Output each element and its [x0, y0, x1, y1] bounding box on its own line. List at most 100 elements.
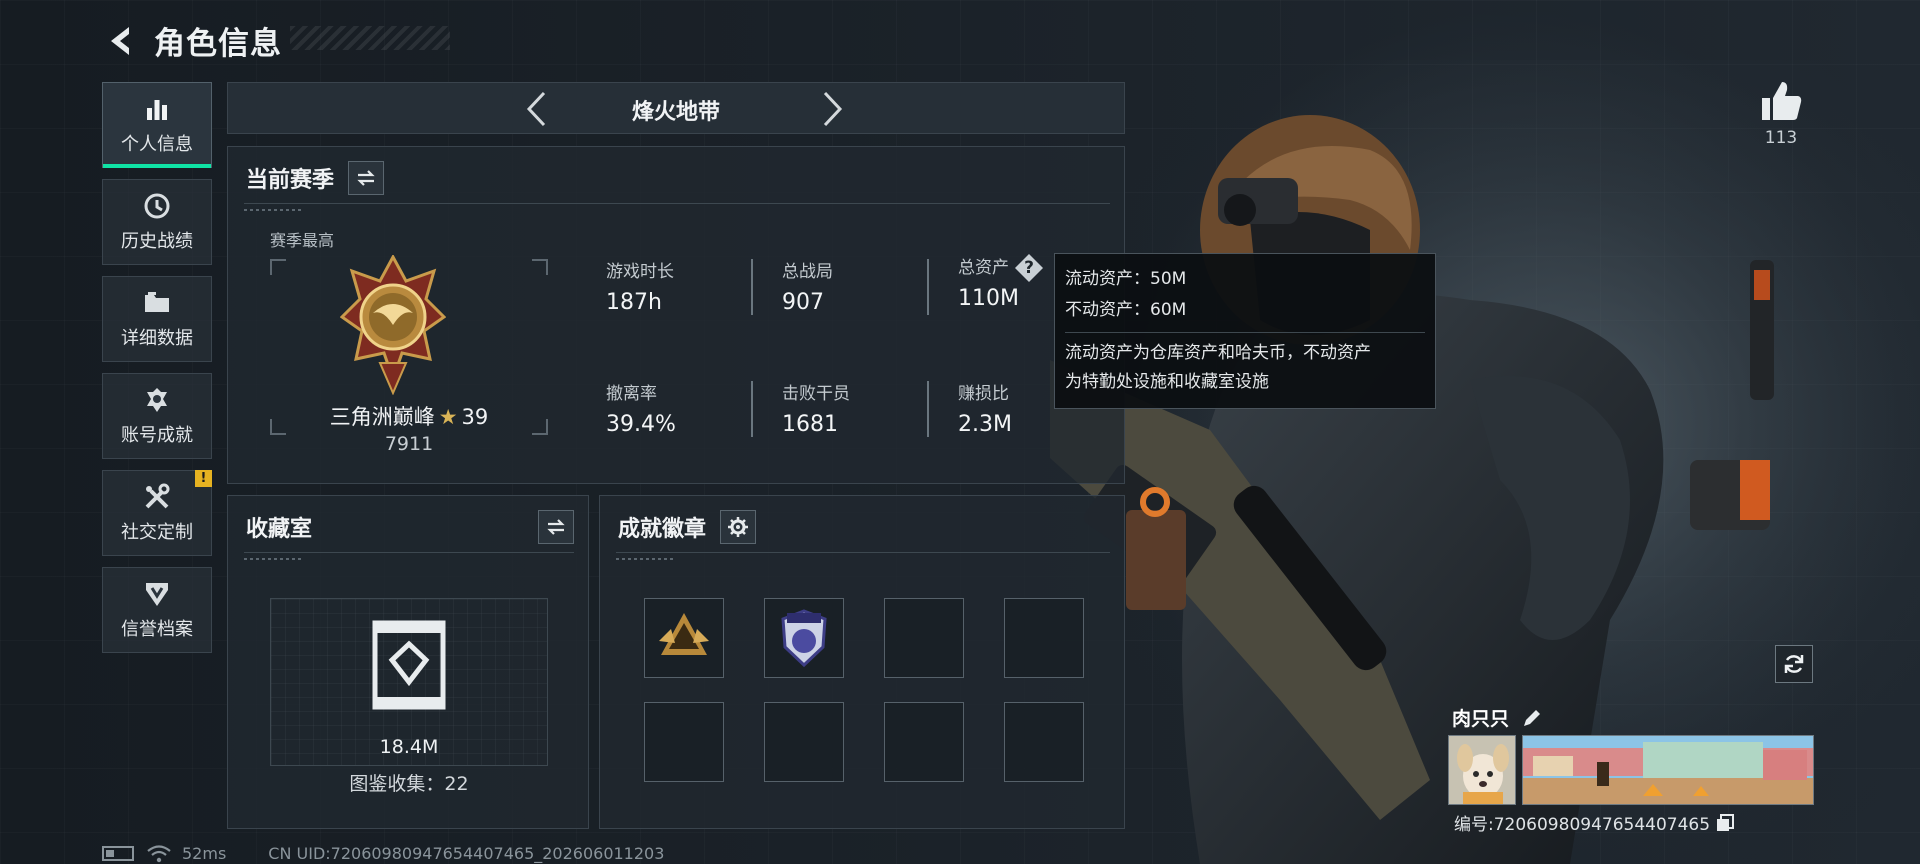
- folder-icon: [142, 288, 172, 318]
- shield-icon: [142, 579, 172, 609]
- client-uid: CN UID:72060980947654407465_202606011203: [268, 844, 665, 863]
- sidebar-item-label: 个人信息: [121, 134, 193, 155]
- badge-slot-empty[interactable]: [884, 598, 964, 678]
- stat-divider: [751, 381, 753, 437]
- refresh-icon: [1784, 655, 1804, 673]
- stat-value: 2.3M: [958, 412, 1012, 437]
- stat-extraction-rate: 撤离率 39.4%: [606, 379, 756, 437]
- rank-emblem-icon: [340, 255, 446, 395]
- stat-label: 游戏时长: [606, 262, 674, 282]
- stat-operators-defeated: 击败干员 1681: [782, 379, 932, 437]
- sidebar-item-match-history[interactable]: 历史战绩: [102, 179, 212, 265]
- sidebar-item-social-custom[interactable]: ! 社交定制: [102, 470, 212, 556]
- swap-icon: [357, 170, 375, 186]
- badge-slot-empty[interactable]: [1004, 598, 1084, 678]
- status-bar: 52ms CN UID:72060980947654407465_2026060…: [102, 844, 664, 863]
- gold-triangle-badge-icon: [659, 613, 709, 655]
- achievement-icon: [142, 385, 172, 415]
- collection-panel: 收藏室 18.4M 图鉴收集：22: [227, 495, 589, 829]
- mode-title: 烽火地带: [631, 100, 720, 125]
- player-name-row: 肉只只: [1452, 704, 1543, 731]
- display-case-icon: [372, 620, 446, 710]
- player-id-row: 编号:72060980947654407465: [1454, 810, 1735, 835]
- collection-title: 收藏室: [246, 517, 313, 542]
- divider: [244, 203, 1110, 204]
- badges-settings-button[interactable]: [720, 510, 757, 544]
- mode-next-button[interactable]: [813, 89, 853, 129]
- season-panel: 当前赛季 赛季最高 三角洲巅峰 ★ 39 7911 游戏时长 187h 总战局 90…: [227, 146, 1125, 484]
- badge-slot[interactable]: [764, 598, 844, 678]
- sidebar: 个人信息 历史战绩 详细数据 账号成就 ! 社交定制 信誉档案: [102, 82, 212, 664]
- warning-badge: !: [195, 470, 212, 487]
- badge-slot[interactable]: [644, 598, 724, 678]
- rank-name-row: 三角洲巅峰 ★ 39: [270, 401, 548, 431]
- refresh-button[interactable]: [1775, 645, 1813, 683]
- season-best-label: 赛季最高: [270, 231, 335, 250]
- battery-icon: [102, 846, 134, 861]
- stat-label: 撤离率: [606, 384, 657, 404]
- blue-shield-badge-icon: [781, 609, 827, 668]
- mode-selector: 烽火地带: [227, 82, 1125, 134]
- badge-slot-empty[interactable]: [644, 702, 724, 782]
- wifi-icon: [147, 844, 171, 862]
- sidebar-item-label: 信誉档案: [121, 619, 193, 640]
- stat-value: 187h: [606, 290, 662, 315]
- collection-count: 图鉴收集：22: [349, 773, 469, 795]
- tooltip-description-line: 为特勤处设施和收藏室设施: [1065, 372, 1269, 392]
- bar-chart-icon: [142, 94, 172, 124]
- back-button[interactable]: [102, 21, 138, 61]
- tooltip-fixed-assets: 不动资产：60M: [1065, 300, 1187, 320]
- collection-value: 18.4M: [379, 736, 439, 758]
- tooltip-description-line: 流动资产为仓库资产和哈夫币，不动资产: [1065, 343, 1371, 363]
- page-title: 角色信息: [154, 26, 282, 62]
- stat-total-matches: 总战局 907: [782, 257, 932, 315]
- player-id: 编号:72060980947654407465: [1454, 815, 1711, 835]
- divider: [616, 552, 1110, 553]
- edit-icon[interactable]: [1521, 707, 1543, 729]
- copy-icon[interactable]: [1716, 813, 1735, 832]
- collection-switch-button[interactable]: [538, 510, 574, 544]
- divider-dots: [244, 209, 304, 211]
- stat-divider: [751, 259, 753, 315]
- page-header: 角色信息: [102, 18, 282, 63]
- badge-slot-empty[interactable]: [764, 702, 844, 782]
- stat-value: 907: [782, 290, 824, 315]
- star-icon: ★: [438, 405, 458, 429]
- sidebar-item-personal-info[interactable]: 个人信息: [102, 82, 212, 168]
- sidebar-item-reputation[interactable]: 信誉档案: [102, 567, 212, 653]
- stat-value: 39.4%: [606, 412, 676, 437]
- thumbs-up-icon[interactable]: [1758, 78, 1804, 124]
- back-arrow-icon: [111, 26, 129, 55]
- divider: [244, 552, 574, 553]
- sidebar-item-detailed-data[interactable]: 详细数据: [102, 276, 212, 362]
- profile-banner[interactable]: [1522, 735, 1814, 805]
- swap-icon: [547, 519, 565, 535]
- tooltip-liquid-assets: 流动资产：50M: [1065, 269, 1187, 289]
- gear-icon: [728, 517, 749, 537]
- chevron-right-icon: [823, 91, 843, 127]
- sidebar-item-label: 历史战绩: [121, 231, 193, 252]
- stat-value: 1681: [782, 412, 838, 437]
- history-icon: [142, 191, 172, 221]
- like-count: 113: [1764, 128, 1798, 148]
- stat-label: 击败干员: [782, 384, 850, 404]
- stat-play-time: 游戏时长 187h: [606, 257, 756, 315]
- badge-slot-empty[interactable]: [884, 702, 964, 782]
- sidebar-item-label: 社交定制: [121, 522, 193, 543]
- season-switch-button[interactable]: [348, 161, 385, 195]
- badge-slot-empty[interactable]: [1004, 702, 1084, 782]
- help-icon[interactable]: ?: [1015, 254, 1043, 282]
- badges-title: 成就徽章: [618, 517, 707, 542]
- avatar[interactable]: [1448, 735, 1516, 805]
- stat-divider: [927, 259, 929, 315]
- tools-icon: [142, 482, 172, 512]
- badges-panel: 成就徽章: [599, 495, 1125, 829]
- stat-label: 总资产: [958, 258, 1009, 278]
- stat-label: 总战局: [782, 262, 833, 282]
- rank-stars: 39: [461, 405, 489, 429]
- player-name: 肉只只: [1452, 708, 1510, 730]
- ping-value: 52ms: [182, 844, 227, 863]
- divider-dots: [244, 558, 304, 560]
- stat-divider: [927, 381, 929, 437]
- sidebar-item-achievements[interactable]: 账号成就: [102, 373, 212, 459]
